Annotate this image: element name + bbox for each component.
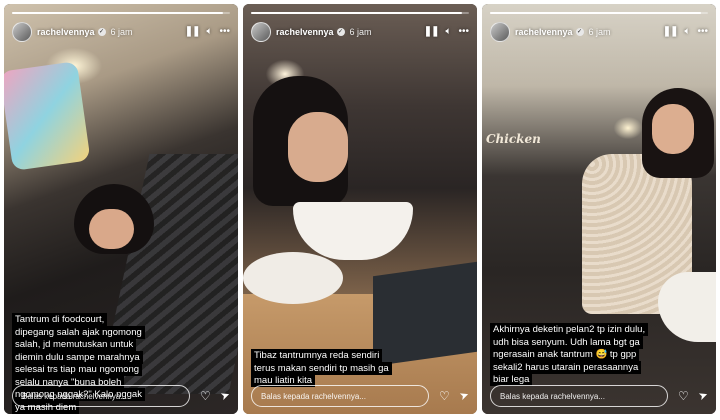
story-footer: ♡ ➤ [490,384,710,408]
child-face [288,112,348,182]
avatar[interactable] [251,22,271,42]
heart-icon[interactable]: ♡ [678,390,689,402]
timestamp: 6 jam [588,27,611,37]
volume-icon[interactable]: 🔈︎ [684,27,690,37]
story-panel-3[interactable]: Chicken rachelvennya ✓ 6 jam ❚❚ 🔈︎ ••• A… [482,4,716,414]
username[interactable]: rachelvennya [37,27,95,37]
avatar[interactable] [12,22,32,42]
timestamp: 6 jam [349,27,372,37]
verified-badge-icon: ✓ [336,28,345,36]
reply-input[interactable] [12,385,191,407]
volume-icon[interactable]: 🔈︎ [445,27,451,37]
header-controls: ❚❚ 🔈︎ ••• [185,27,230,37]
story-progress-fill [12,12,224,14]
heart-icon[interactable]: ♡ [200,390,211,402]
send-icon[interactable]: ➤ [458,388,471,402]
more-icon[interactable]: ••• [697,27,708,37]
username[interactable]: rachelvennya [276,27,334,37]
story-caption: Tibaz tantrumnya reda sendiri terus maka… [251,349,392,388]
pause-icon[interactable]: ❚❚ [663,27,679,37]
shopping-bag [4,61,91,171]
pause-icon[interactable]: ❚❚ [185,27,201,37]
volume-icon[interactable]: 🔈︎ [206,27,212,37]
story-panel-2[interactable]: rachelvennya ✓ 6 jam ❚❚ 🔈︎ ••• Tibaz tan… [243,4,477,414]
more-icon[interactable]: ••• [458,27,469,37]
more-icon[interactable]: ••• [219,27,230,37]
story-progress-fill [251,12,463,14]
story-progress-bar [12,12,230,14]
story-caption: Akhirnya deketin pelan2 tp izin dulu, ud… [490,323,649,387]
story-progress-fill [490,12,702,14]
header-controls: ❚❚ 🔈︎ ••• [663,27,708,37]
reply-input[interactable] [490,385,669,407]
pause-icon[interactable]: ❚❚ [424,27,440,37]
story-progress-bar [490,12,708,14]
username[interactable]: rachelvennya [515,27,573,37]
verified-badge-icon: ✓ [97,28,106,36]
header-controls: ❚❚ 🔈︎ ••• [424,27,469,37]
story-footer: ♡ ➤ [12,384,232,408]
child-face [89,209,134,249]
heart-icon[interactable]: ♡ [439,390,450,402]
story-panel-1[interactable]: rachelvennya ✓ 6 jam ❚❚ 🔈︎ ••• Tantrum d… [4,4,238,414]
child-face [652,104,694,154]
reply-input[interactable] [251,385,430,407]
story-progress-bar [251,12,469,14]
story-header: rachelvennya ✓ 6 jam ❚❚ 🔈︎ ••• [251,20,469,44]
verified-badge-icon: ✓ [575,28,584,36]
story-header: rachelvennya ✓ 6 jam ❚❚ 🔈︎ ••• [12,20,230,44]
avatar[interactable] [490,22,510,42]
send-icon[interactable]: ➤ [697,388,710,402]
send-icon[interactable]: ➤ [219,388,232,402]
story-footer: ♡ ➤ [251,384,471,408]
timestamp: 6 jam [110,27,133,37]
story-header: rachelvennya ✓ 6 jam ❚❚ 🔈︎ ••• [490,20,708,44]
restaurant-sign: Chicken [486,132,541,146]
plate [243,252,343,304]
